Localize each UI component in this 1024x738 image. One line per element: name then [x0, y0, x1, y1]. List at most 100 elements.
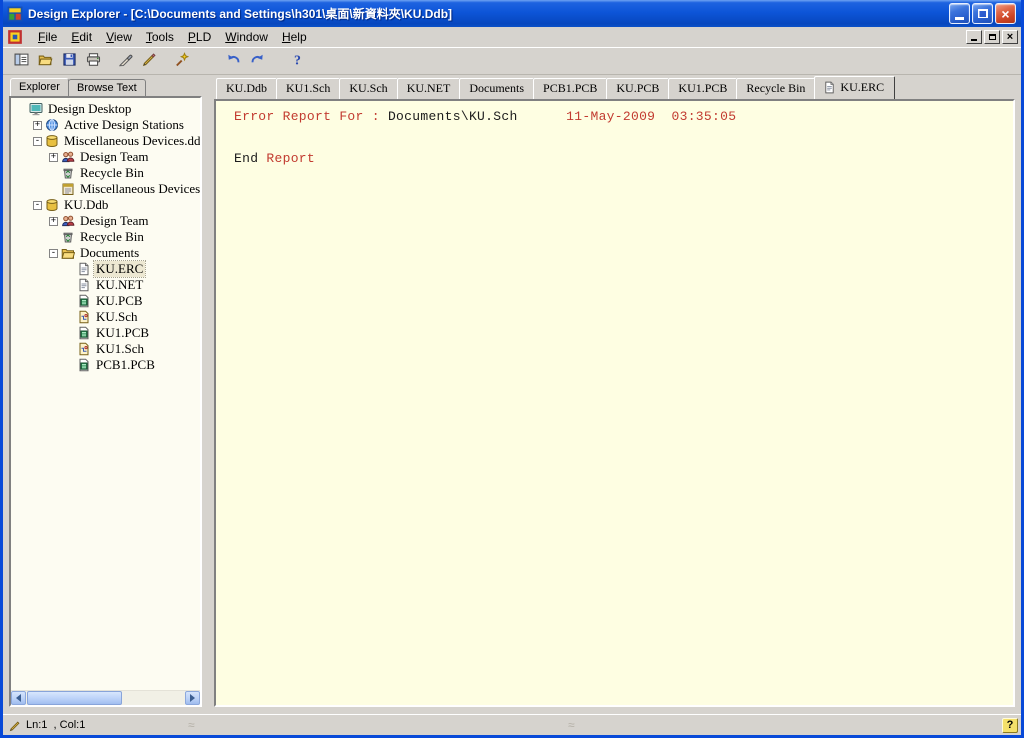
undo-button[interactable]	[221, 50, 245, 73]
mdi-minimize-icon	[971, 39, 977, 41]
scroll-track[interactable]	[26, 691, 185, 705]
tree-item-miscellaneous-devices-lib[interactable]: Miscellaneous Devices.lib	[11, 181, 200, 197]
scroll-thumb[interactable]	[27, 691, 122, 705]
menu-window[interactable]: Window	[218, 28, 275, 46]
menu-file[interactable]: File	[31, 28, 64, 46]
tree-item-label: Recycle Bin	[78, 229, 146, 245]
tree-item-label: KU1.Sch	[94, 341, 146, 357]
doc-tab-ku-net[interactable]: KU.NET	[397, 78, 461, 99]
doc-tab-ku-erc[interactable]: KU.ERC	[814, 76, 895, 99]
scroll-left-button[interactable]	[11, 691, 26, 705]
save-button[interactable]	[57, 50, 81, 73]
tree-item-recycle-bin[interactable]: Recycle Bin	[11, 229, 200, 245]
expand-toggle-icon[interactable]: +	[33, 121, 42, 130]
tree-item-ku1-pcb[interactable]: KU1.PCB	[11, 325, 200, 341]
tree-item-design-desktop[interactable]: Design Desktop	[11, 101, 200, 117]
knife-tool-button[interactable]	[113, 50, 137, 73]
redo-button[interactable]	[245, 50, 269, 73]
expand-toggle-icon[interactable]: +	[49, 217, 58, 226]
arrow-left-icon	[12, 694, 21, 702]
help-icon: ?	[290, 52, 305, 70]
tree-item-design-team[interactable]: +Design Team	[11, 149, 200, 165]
toolbar-group	[9, 50, 105, 73]
tree-item-active-design-stations[interactable]: + Active Design Stations	[11, 117, 200, 133]
restore-button[interactable]	[972, 3, 993, 24]
tree-item-label: Active Design Stations	[62, 117, 186, 133]
horizontal-scrollbar[interactable]	[11, 690, 200, 705]
doc-tab-recycle-bin[interactable]: Recycle Bin	[736, 78, 815, 99]
titlebar[interactable]: Design Explorer - [C:\Documents and Sett…	[3, 0, 1021, 27]
tree-item-ku-sch[interactable]: KU.Sch	[11, 309, 200, 325]
doc-tab-ku-ddb[interactable]: KU.Ddb	[216, 78, 277, 99]
tree-item-label: Miscellaneous Devices.ddb	[62, 133, 200, 149]
collapse-toggle-icon[interactable]: -	[33, 201, 42, 210]
menu-pld[interactable]: PLD	[181, 28, 218, 46]
window-title: Design Explorer - [C:\Documents and Sett…	[28, 5, 944, 22]
editor-line-4: End Report	[234, 152, 1009, 166]
doc-tab-documents[interactable]: Documents	[459, 78, 534, 99]
tree-item-documents[interactable]: -Documents	[11, 245, 200, 261]
editor-text-segment: End	[234, 151, 266, 166]
tree-item-recycle-bin[interactable]: Recycle Bin	[11, 165, 200, 181]
panel-tab-browse-text[interactable]: Browse Text	[68, 79, 146, 96]
toolbar-group	[169, 50, 193, 73]
open-document-icon	[38, 52, 53, 70]
close-button[interactable]: ×	[995, 3, 1016, 24]
editor-line-3	[234, 138, 1009, 152]
menu-edit[interactable]: Edit	[64, 28, 99, 46]
tree-item-label: KU.ERC	[94, 261, 145, 277]
expand-toggle-icon[interactable]: +	[49, 153, 58, 162]
tree-item-ku1-sch[interactable]: KU1.Sch	[11, 341, 200, 357]
doc-tab-label: PCB1.PCB	[543, 81, 597, 95]
menu-help[interactable]: Help	[275, 28, 314, 46]
wand-tool-button[interactable]	[169, 50, 193, 73]
editor-lines: Error Report For : Documents\KU.Sch 11-M…	[234, 110, 1009, 166]
open-document-button[interactable]	[33, 50, 57, 73]
menu-tools[interactable]: Tools	[139, 28, 181, 46]
doc-tab-ku1-pcb[interactable]: KU1.PCB	[668, 78, 737, 99]
editor-text-segment: 11-May-2009 03:35:05	[518, 109, 737, 124]
doc-tab-ku1-sch[interactable]: KU1.Sch	[276, 78, 340, 99]
panels-toggle-icon	[14, 52, 29, 70]
help-button[interactable]: ?	[1002, 718, 1018, 733]
scroll-right-button[interactable]	[185, 691, 200, 705]
desktop-icon	[29, 102, 43, 116]
collapse-toggle-icon[interactable]: -	[49, 249, 58, 258]
mdi-close-button[interactable]: ×	[1002, 30, 1018, 44]
panel-tabs: ExplorerBrowse Text	[9, 77, 202, 96]
tree-item-pcb1-pcb[interactable]: PCB1.PCB	[11, 357, 200, 373]
svg-text:?: ?	[294, 53, 301, 67]
doc-tab-ku-pcb[interactable]: KU.PCB	[606, 78, 669, 99]
text-document-icon	[823, 81, 836, 94]
tree-item-ku-ddb[interactable]: -KU.Ddb	[11, 197, 200, 213]
line-col-indicator: Ln:1 , Col:1	[26, 719, 85, 731]
panel-tab-explorer[interactable]: Explorer	[10, 78, 69, 96]
tree-item-miscellaneous-devices-ddb[interactable]: - Miscellaneous Devices.ddb	[11, 133, 200, 149]
doc-tab-label: KU.Sch	[349, 81, 387, 95]
pencil-icon	[9, 719, 22, 732]
mdi-minimize-button[interactable]	[966, 30, 982, 44]
print-button[interactable]	[81, 50, 105, 73]
print-icon	[86, 52, 101, 70]
arrow-right-icon	[190, 694, 199, 702]
mdi-restore-button[interactable]	[984, 30, 1000, 44]
tree-item-ku-pcb[interactable]: KU.PCB	[11, 293, 200, 309]
doc-tab-pcb1-pcb[interactable]: PCB1.PCB	[533, 78, 607, 99]
pencil-tool-button[interactable]	[137, 50, 161, 73]
tree-item-label: Design Team	[78, 213, 151, 229]
minimize-button[interactable]	[949, 3, 970, 24]
doc-tab-label: KU.NET	[407, 81, 451, 95]
collapse-toggle-icon[interactable]: -	[33, 137, 42, 146]
tree-item-ku-erc[interactable]: KU.ERC	[11, 261, 200, 277]
tree-item-label: KU.Sch	[94, 309, 140, 325]
tree-item-design-team[interactable]: + Design Team	[11, 213, 200, 229]
help-button[interactable]: ?	[285, 50, 309, 73]
database-icon	[45, 198, 59, 212]
doc-tab-ku-sch[interactable]: KU.Sch	[339, 78, 397, 99]
text-editor[interactable]: Error Report For : Documents\KU.Sch 11-M…	[214, 99, 1015, 707]
panels-toggle-button[interactable]	[9, 50, 33, 73]
knife-tool-icon	[118, 52, 133, 70]
menu-view[interactable]: View	[99, 28, 139, 46]
tree-item-ku-net[interactable]: KU.NET	[11, 277, 200, 293]
toolbar-group	[113, 50, 161, 73]
